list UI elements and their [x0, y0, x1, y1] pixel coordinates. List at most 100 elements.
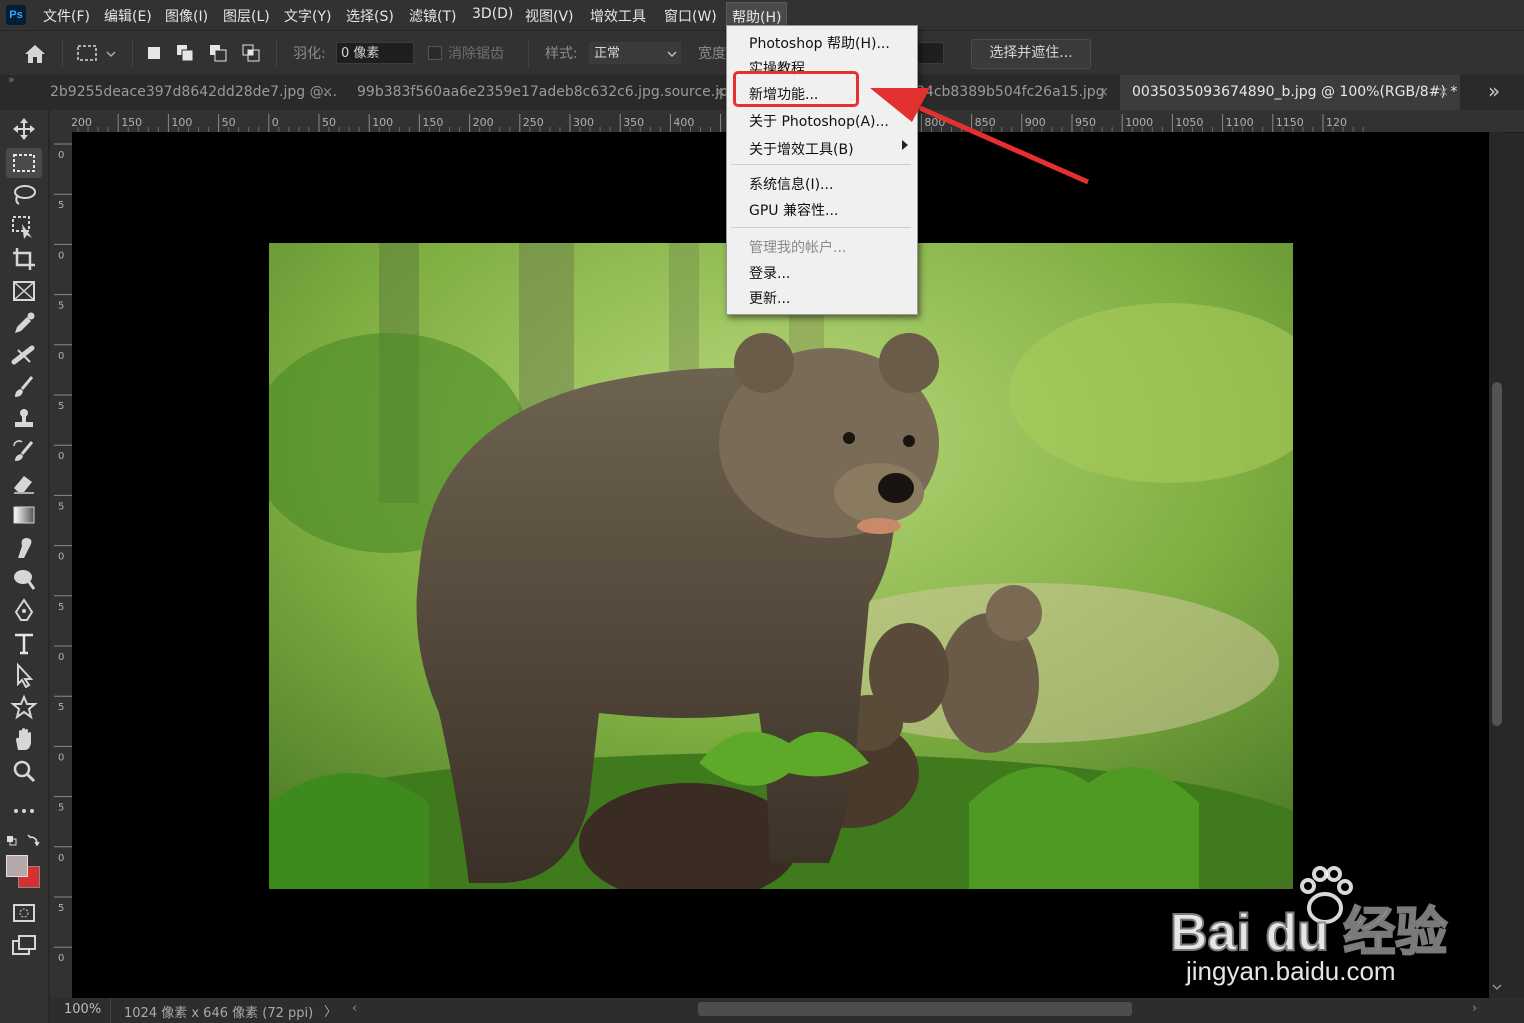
tab-document-2[interactable]: 99b383f560aa6e2359e17adeb8c632c6.jpg.sou…: [357, 75, 727, 110]
red-arrow-annotation: [870, 88, 1090, 185]
move-tool-icon[interactable]: [10, 116, 38, 142]
ruler-label: 300: [573, 116, 594, 129]
menu-image[interactable]: 图像(I): [165, 6, 208, 26]
type-tool-icon[interactable]: [10, 630, 38, 656]
stamp-tool-icon[interactable]: [10, 406, 38, 432]
ruler-origin: [50, 110, 72, 132]
panel-collapse-icon[interactable]: »: [8, 73, 15, 86]
photoshop-logo: Ps: [6, 5, 26, 25]
dodge-tool-icon[interactable]: [10, 566, 38, 592]
select-and-mask-button[interactable]: 选择并遮住...: [971, 39, 1091, 69]
close-icon[interactable]: ×: [715, 75, 726, 110]
height-input[interactable]: [916, 42, 944, 64]
bear-photo: [269, 243, 1293, 889]
zoom-tool-icon[interactable]: [10, 758, 38, 784]
ruler-label: 5: [58, 200, 64, 211]
vertical-scrollbar-thumb[interactable]: [1492, 382, 1502, 726]
frame-tool-icon[interactable]: [10, 278, 38, 304]
ruler-label: 0: [58, 451, 64, 462]
menu-item-about-plugins[interactable]: 关于增效工具(B): [749, 139, 854, 159]
menu-select[interactable]: 选择(S): [346, 6, 394, 26]
menu-item-photoshop-help[interactable]: Photoshop 帮助(H)...: [749, 33, 890, 53]
shape-tool-icon[interactable]: [10, 694, 38, 720]
add-selection-icon[interactable]: [176, 44, 194, 62]
menu-item-manage-account: 管理我的帐户...: [749, 240, 847, 256]
ruler-label: 5: [58, 803, 64, 814]
eyedropper-tool-icon[interactable]: [10, 310, 38, 336]
ruler-label: 0: [58, 552, 64, 563]
ruler-label: 400: [673, 116, 694, 129]
close-icon[interactable]: ×: [1438, 75, 1449, 110]
scroll-down-icon[interactable]: [1492, 983, 1502, 991]
hand-tool-icon[interactable]: [10, 726, 38, 752]
menu-edit[interactable]: 编辑(E): [104, 6, 152, 26]
path-select-tool-icon[interactable]: [10, 662, 38, 688]
tab-document-1[interactable]: 2b9255deace397d8642dd28de7.jpg @... ×: [50, 75, 340, 110]
antialias-checkbox[interactable]: [428, 46, 442, 60]
history-brush-tool-icon[interactable]: [10, 438, 38, 464]
subtract-selection-icon[interactable]: [209, 44, 227, 62]
pen-tool-icon[interactable]: [10, 598, 38, 624]
intersect-selection-icon[interactable]: [242, 44, 260, 62]
swap-colors-icon[interactable]: [6, 832, 42, 848]
home-icon[interactable]: [24, 44, 46, 64]
eraser-tool-icon[interactable]: [10, 470, 38, 496]
ruler-label: 100: [372, 116, 393, 129]
ruler-label: 1050: [1175, 116, 1203, 129]
menu-type[interactable]: 文字(Y): [284, 6, 331, 26]
chevron-down-icon: [667, 51, 677, 58]
ruler-label: 5: [58, 401, 64, 412]
menu-window[interactable]: 窗口(W): [664, 6, 717, 26]
smudge-tool-icon[interactable]: [10, 534, 38, 560]
object-select-tool-icon[interactable]: [10, 214, 38, 240]
ruler-label: 120: [1326, 116, 1347, 129]
crop-tool-icon[interactable]: [10, 246, 38, 272]
foreground-color-swatch[interactable]: [6, 855, 28, 877]
menu-item-gpu-compat[interactable]: GPU 兼容性...: [749, 200, 838, 220]
menu-plugins[interactable]: 增效工具: [590, 6, 646, 26]
width-label: 宽度: [698, 46, 726, 62]
menu-item-system-info[interactable]: 系统信息(I)...: [749, 174, 833, 194]
close-icon[interactable]: ×: [322, 75, 333, 110]
tab-overflow-icon[interactable]: »: [1488, 79, 1500, 103]
status-menu-arrow[interactable]: 〉: [324, 1001, 337, 1020]
menu-layer[interactable]: 图层(L): [223, 6, 270, 26]
new-selection-icon[interactable]: [145, 44, 163, 62]
marquee-preset-icon[interactable]: [77, 44, 117, 64]
marquee-tool-icon[interactable]: [10, 150, 38, 176]
ruler-label: 0: [58, 652, 64, 663]
quick-mask-icon[interactable]: [10, 900, 38, 926]
brush-tool-icon[interactable]: [10, 374, 38, 400]
ruler-label: 0: [58, 853, 64, 864]
more-tools-icon[interactable]: [10, 798, 38, 824]
gradient-tool-icon[interactable]: [10, 502, 38, 528]
lasso-tool-icon[interactable]: [10, 182, 38, 208]
menu-filter[interactable]: 滤镜(T): [409, 6, 456, 26]
ruler-label: 5: [58, 702, 64, 713]
highlight-box: [733, 71, 859, 107]
menu-file[interactable]: 文件(F): [43, 6, 90, 26]
ruler-label: 0: [58, 150, 64, 161]
horizontal-scrollbar-thumb[interactable]: [698, 1002, 1132, 1016]
ruler-label: 150: [121, 116, 142, 129]
ruler-label: 0: [272, 116, 279, 129]
ruler-label: 0: [58, 752, 64, 763]
ruler-label: 5: [58, 903, 64, 914]
ruler-label: 0: [58, 351, 64, 362]
menu-item-updates[interactable]: 更新...: [749, 288, 790, 308]
healing-tool-icon[interactable]: [10, 342, 38, 368]
menu-3d[interactable]: 3D(D): [472, 6, 513, 22]
menu-view[interactable]: 视图(V): [525, 6, 574, 26]
ruler-label: 1100: [1226, 116, 1254, 129]
ruler-label: 200: [71, 116, 92, 129]
watermark-brand: Bai du 经验: [1169, 903, 1448, 963]
tab-document-active[interactable]: 0035035093674890_b.jpg @ 100%(RGB/8#) * …: [1120, 75, 1460, 110]
watermark-url: jingyan.baidu.com: [1186, 956, 1396, 986]
feather-input[interactable]: 0 像素: [336, 42, 414, 64]
screen-mode-icon[interactable]: [10, 932, 38, 958]
style-label: 样式:: [545, 46, 578, 62]
scroll-right-icon[interactable]: ›: [1472, 1001, 1477, 1016]
zoom-level[interactable]: 100%: [64, 1002, 101, 1017]
menu-item-sign-in[interactable]: 登录...: [749, 263, 790, 283]
scroll-left-icon[interactable]: ‹: [352, 1001, 357, 1016]
